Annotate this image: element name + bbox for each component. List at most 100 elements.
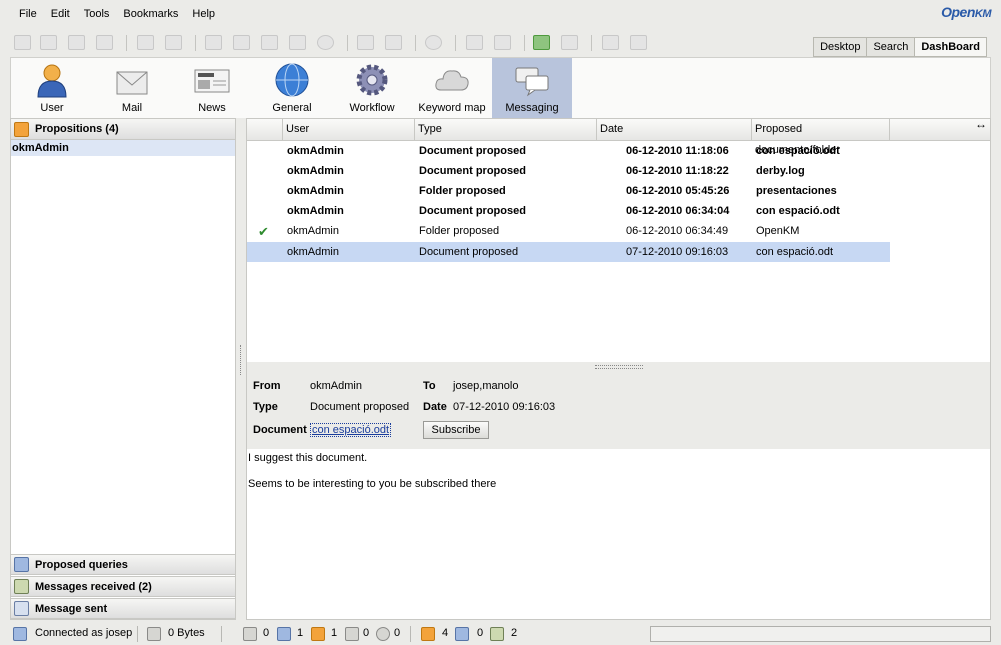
checkout-icon[interactable] — [233, 35, 250, 50]
add-property-group-icon[interactable] — [357, 35, 374, 50]
row-item: con espació.odt — [756, 205, 840, 217]
splitter-grip[interactable] — [240, 345, 242, 375]
scanner-icon[interactable] — [602, 35, 619, 50]
accepted-check-icon: ✔ — [258, 224, 269, 239]
table-row[interactable]: okmAdmin Document proposed 06-12-2010 06… — [247, 201, 890, 221]
dashboard-news-label: News — [198, 102, 226, 114]
gear-icon — [356, 64, 388, 96]
remove-subscription-icon[interactable] — [494, 35, 511, 50]
dashboard-workflow-button[interactable]: Workflow — [332, 58, 412, 118]
date-value: 07-12-2010 09:16:03 — [453, 401, 556, 413]
column-user[interactable]: User — [283, 119, 415, 140]
workflow-icon[interactable] — [425, 35, 442, 50]
tags-icon[interactable] — [345, 627, 359, 641]
logo-open-text: Open — [941, 4, 975, 20]
menu-tools[interactable]: Tools — [77, 8, 117, 20]
dashboard-messaging-label: Messaging — [505, 102, 559, 114]
cancel-checkout-icon[interactable] — [289, 35, 306, 50]
date-label: Date — [423, 401, 447, 413]
table-row[interactable]: okmAdmin Document proposed 06-12-2010 11… — [247, 161, 890, 181]
lock-icon[interactable] — [137, 35, 154, 50]
table-row[interactable]: okmAdmin Document proposed 06-12-2010 11… — [247, 141, 890, 161]
row-type: Document proposed — [419, 205, 526, 217]
uploader-icon[interactable] — [630, 35, 647, 50]
row-type: Folder proposed — [419, 225, 500, 237]
dashboard-workflow-label: Workflow — [349, 102, 395, 114]
row-user: okmAdmin — [287, 185, 344, 197]
proposition-user-item[interactable]: okmAdmin — [11, 140, 235, 156]
menu-help[interactable]: Help — [185, 8, 222, 20]
column-type[interactable]: Type — [415, 119, 597, 140]
unlock-icon[interactable] — [165, 35, 182, 50]
create-folder-icon[interactable] — [14, 35, 31, 50]
tab-desktop[interactable]: Desktop — [813, 37, 868, 57]
mail-icon — [116, 71, 148, 95]
row-date: 06-12-2010 06:34:04 — [626, 205, 730, 217]
horizontal-splitter[interactable] — [247, 362, 990, 372]
toolbar-separator — [126, 35, 127, 51]
proposed-queries-status-icon[interactable] — [455, 627, 469, 641]
document-link[interactable]: con espació.odt — [310, 423, 392, 437]
mail-count: 1 — [331, 627, 338, 639]
dashboard-general-button[interactable]: General — [252, 58, 332, 118]
dashboard-user-button[interactable]: User — [12, 58, 92, 118]
table-row[interactable]: okmAdmin Folder proposed 06-12-2010 05:4… — [247, 181, 890, 201]
locked-documents-count: 0 — [263, 627, 270, 639]
proposed-queries-count: 0 — [477, 627, 484, 639]
checkout-documents-icon[interactable] — [277, 627, 291, 641]
user-icon — [37, 64, 67, 98]
locked-documents-icon[interactable] — [243, 627, 257, 641]
subscribe-button[interactable]: Subscribe — [423, 421, 489, 439]
dashboard-mail-button[interactable]: Mail — [92, 58, 172, 118]
menu-edit[interactable]: Edit — [44, 8, 77, 20]
tab-dashboard[interactable]: DashBoard — [914, 37, 987, 57]
disk-usage-icon — [147, 627, 161, 641]
tab-search[interactable]: Search — [866, 37, 916, 57]
horizontal-splitter-grip[interactable] — [595, 365, 643, 369]
message-line-2: Seems to be interesting to you be subscr… — [248, 478, 497, 490]
menu-bookmarks[interactable]: Bookmarks — [116, 8, 185, 20]
download-icon[interactable] — [68, 35, 85, 50]
dashboard-keyword-map-button[interactable]: Keyword map — [412, 58, 492, 118]
row-date: 06-12-2010 11:18:06 — [626, 145, 729, 157]
add-document-icon[interactable] — [205, 35, 222, 50]
resize-columns-icon[interactable]: ↔ — [975, 118, 987, 130]
download-pdf-icon[interactable] — [96, 35, 113, 50]
column-date[interactable]: Date — [597, 119, 752, 140]
connected-as-text: Connected as josep — [35, 627, 133, 639]
add-subscription-icon[interactable] — [466, 35, 483, 50]
row-item: con espació.odt — [756, 246, 834, 258]
row-date: 07-12-2010 09:16:03 — [626, 246, 729, 258]
delete-icon[interactable] — [317, 35, 334, 50]
message-sent-header[interactable]: Message sent — [11, 598, 235, 619]
message-detail: From okmAdmin To josep,manolo Type Docum… — [247, 372, 990, 449]
messages-received-status-icon[interactable] — [490, 627, 504, 641]
dashboard-messaging-button[interactable]: Messaging — [492, 58, 572, 118]
messages-received-header[interactable]: Messages received (2) — [11, 576, 235, 597]
table-row-selected[interactable]: okmAdmin Document proposed 07-12-2010 09… — [247, 242, 890, 262]
status-separator — [221, 626, 222, 642]
find-folder-icon[interactable] — [40, 35, 57, 50]
to-label: To — [423, 380, 436, 392]
refresh-icon[interactable] — [533, 35, 550, 50]
proposed-queries-header[interactable]: Proposed queries — [11, 554, 235, 575]
propositions-status-icon[interactable] — [421, 627, 435, 641]
dashboard-news-button[interactable]: News — [172, 58, 252, 118]
messages-received-icon — [14, 579, 29, 594]
document-label: Document — [253, 424, 307, 436]
menu-file[interactable]: File — [12, 8, 44, 20]
propositions-header[interactable]: Propositions (4) — [11, 119, 235, 140]
mail-count-icon[interactable] — [311, 627, 325, 641]
remove-property-group-icon[interactable] — [385, 35, 402, 50]
proposed-queries-label: Proposed queries — [35, 558, 128, 571]
workflow-status-icon[interactable] — [376, 627, 390, 641]
tags-count: 0 — [363, 627, 370, 639]
dashboard-mail-label: Mail — [121, 102, 143, 114]
table-row[interactable]: ✔ okmAdmin Folder proposed 06-12-2010 06… — [247, 221, 890, 241]
checkin-icon[interactable] — [261, 35, 278, 50]
column-status[interactable] — [247, 119, 283, 140]
checkout-documents-count: 1 — [297, 627, 304, 639]
column-proposed-item[interactable]: Proposed documento/folder — [752, 119, 890, 156]
home-icon[interactable] — [561, 35, 578, 50]
row-item: derby.log — [756, 165, 805, 177]
